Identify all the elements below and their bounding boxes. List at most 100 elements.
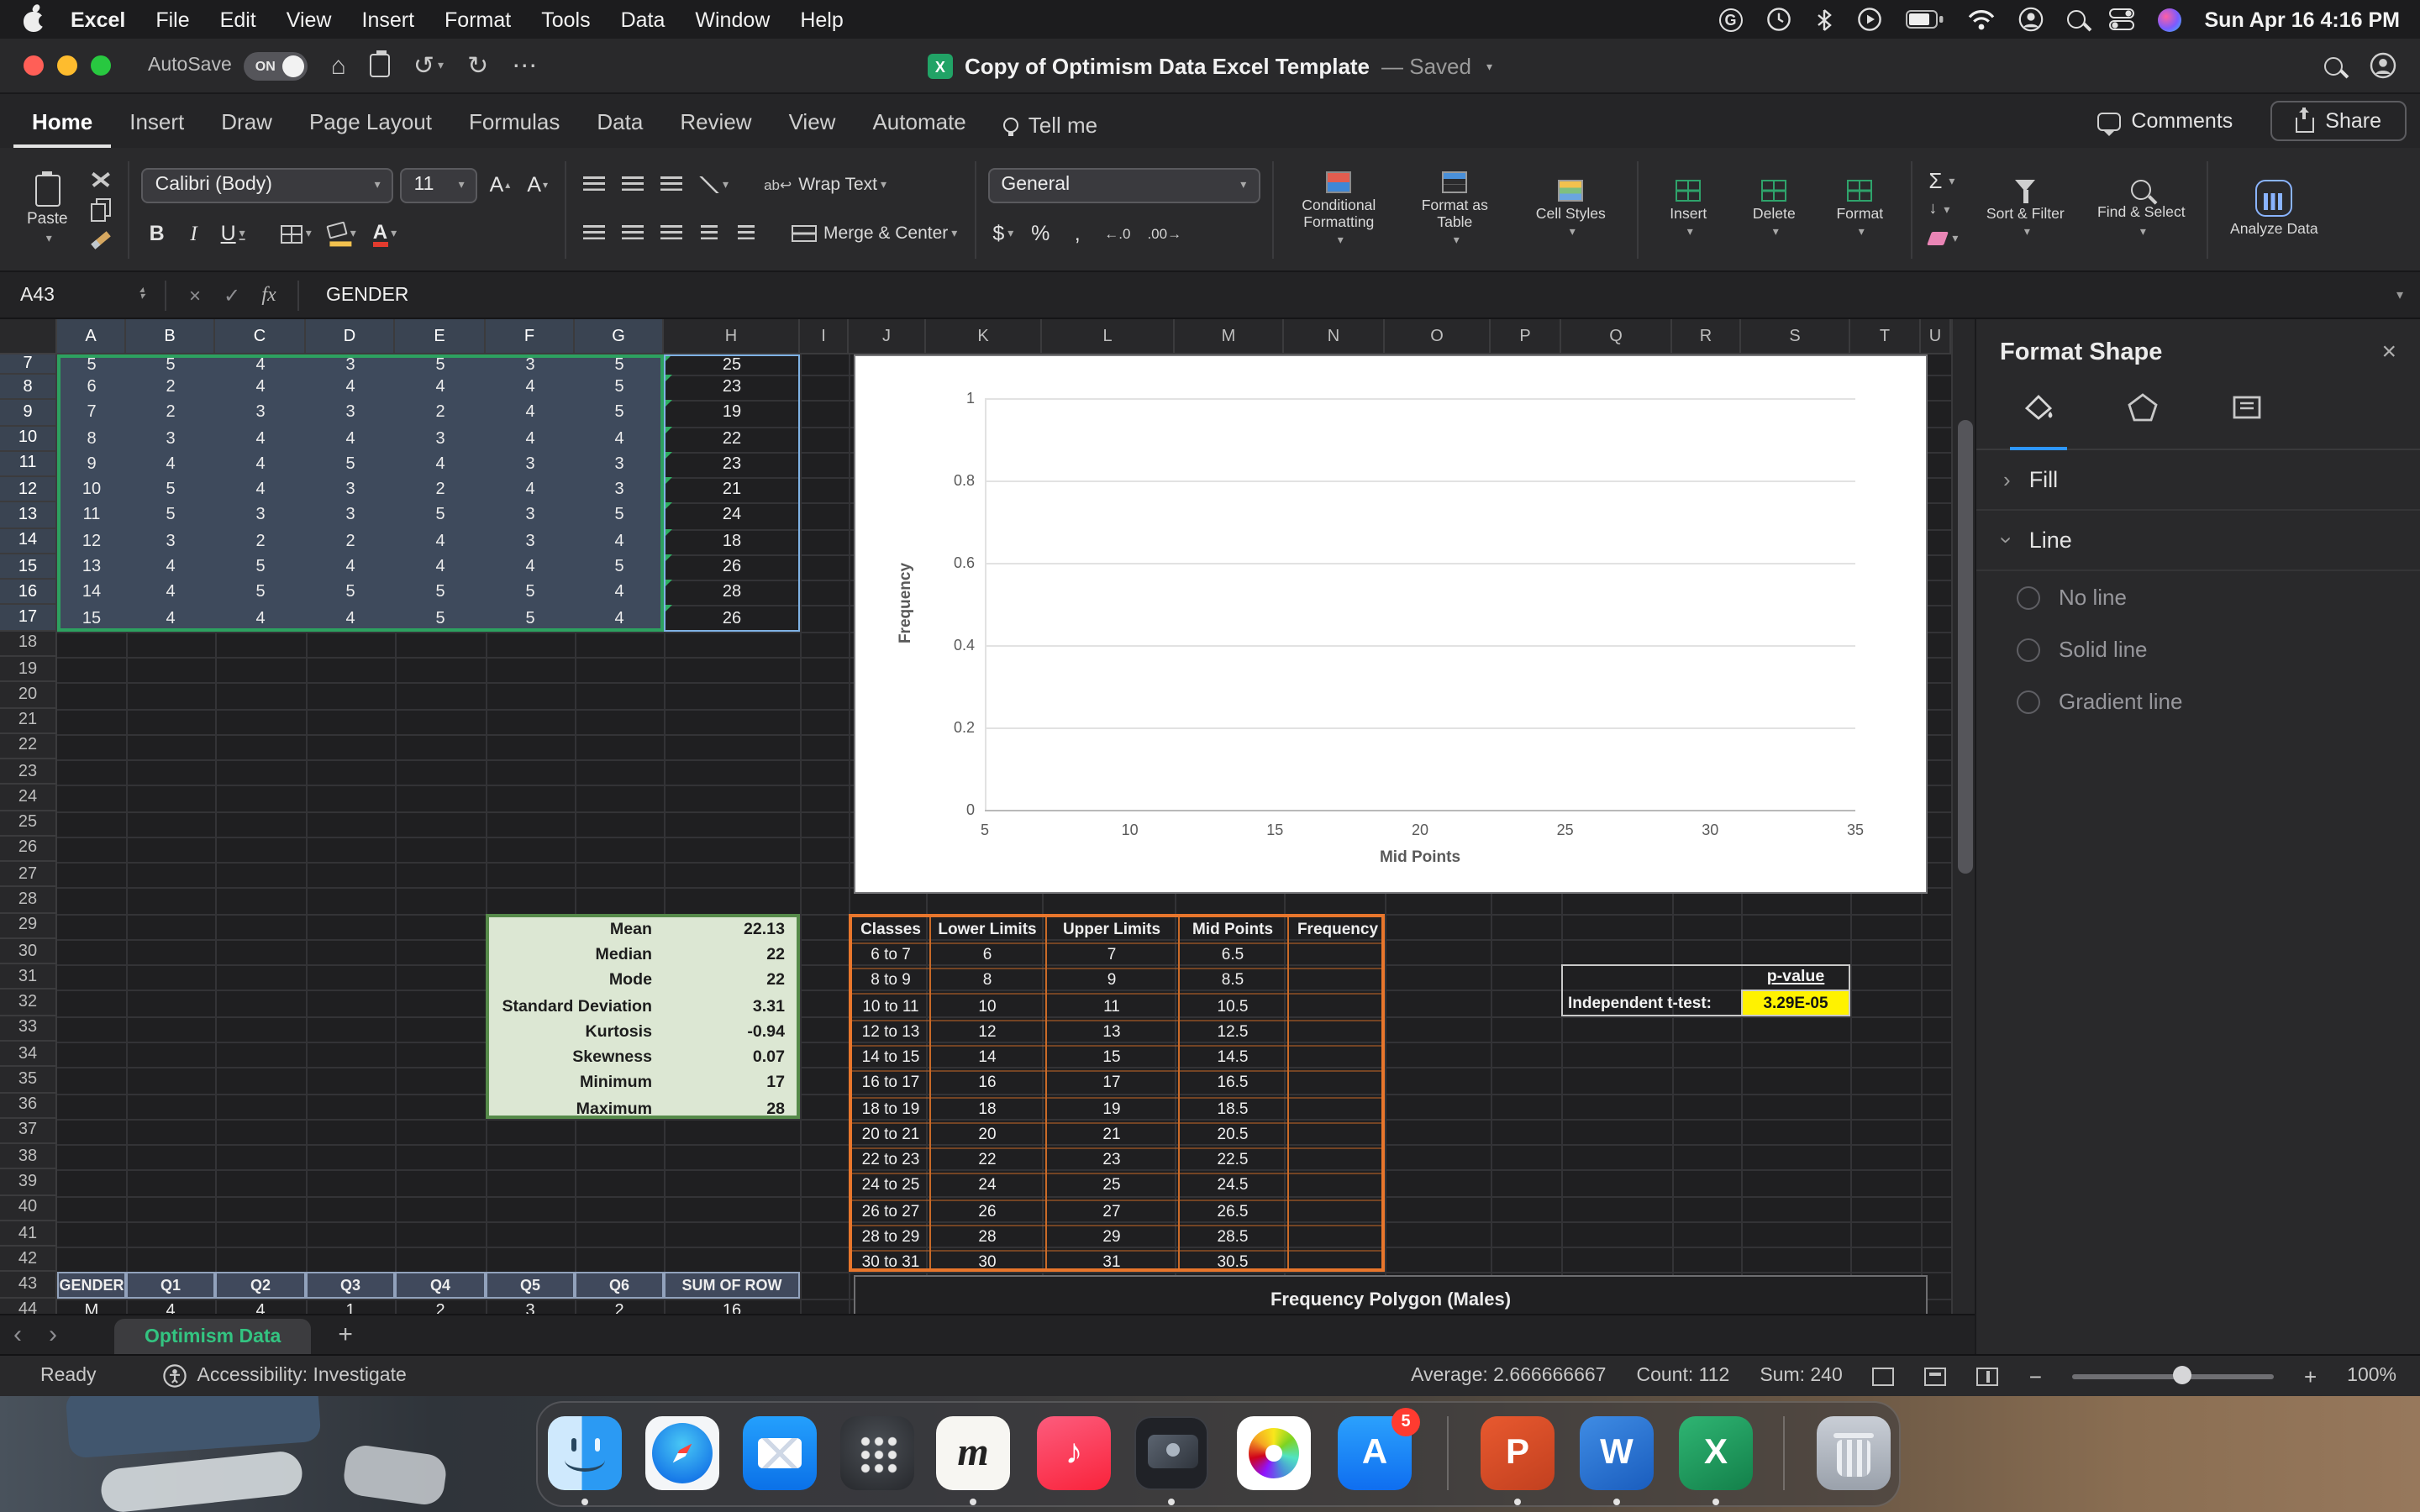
cell-F14[interactable]: 3	[486, 528, 575, 554]
line-option-solid-line[interactable]: Solid line	[1976, 623, 2420, 675]
wrap-text-button[interactable]: ab↩Wrap Text▾	[759, 168, 892, 202]
page-break-view-button[interactable]	[1977, 1367, 1999, 1385]
freq-cell[interactable]: 11	[1045, 994, 1178, 1020]
bold-button[interactable]: B	[142, 217, 172, 250]
cancel-entry-button[interactable]: ×	[176, 283, 213, 307]
radio-icon[interactable]	[2017, 585, 2040, 609]
zoom-out-button[interactable]: −	[2029, 1363, 2042, 1389]
freq-cell[interactable]	[1287, 968, 1388, 994]
analyze-data-button[interactable]: Analyze Data	[2220, 177, 2328, 241]
cell-H11[interactable]: 23	[664, 452, 800, 478]
cell-A44[interactable]: M	[57, 1298, 126, 1314]
ribbon-tab-page-layout[interactable]: Page Layout	[291, 97, 450, 148]
dock-launchpad-icon[interactable]	[840, 1416, 914, 1490]
column-header-H[interactable]: H	[664, 319, 800, 354]
freq-cell[interactable]: 9	[1045, 968, 1178, 994]
row-header-37[interactable]: 37	[0, 1119, 57, 1145]
freq-cell[interactable]: 18.5	[1178, 1096, 1287, 1122]
status-accessibility[interactable]: Accessibility: Investigate	[197, 1366, 407, 1386]
close-window-button[interactable]	[24, 55, 44, 76]
menu-item-help[interactable]: Help	[785, 8, 858, 31]
fill-color-button[interactable]: ▾	[324, 217, 361, 250]
stat-value[interactable]: 0.07	[664, 1045, 793, 1071]
column-header-J[interactable]: J	[849, 319, 926, 354]
cell-D17[interactable]: 4	[306, 606, 395, 632]
cell-C8[interactable]: 4	[215, 375, 306, 401]
battery-icon[interactable]	[1906, 10, 1944, 29]
sort-filter-button[interactable]: Sort & Filter▾	[1971, 176, 2079, 242]
cell-B16[interactable]: 4	[126, 580, 215, 606]
freq-cell[interactable]: 19	[1045, 1096, 1178, 1122]
formula-input[interactable]: GENDER	[326, 285, 408, 305]
column-header-R[interactable]: R	[1672, 319, 1741, 354]
vertical-scrollbar[interactable]	[1951, 319, 1975, 1314]
cell-D12[interactable]: 3	[306, 477, 395, 503]
time-machine-icon[interactable]	[1766, 7, 1791, 32]
cell-B9[interactable]: 2	[126, 401, 215, 427]
shrink-font-button[interactable]: A▾	[522, 168, 553, 202]
radio-icon[interactable]	[2017, 638, 2040, 661]
font-color-button[interactable]: A▾	[368, 217, 402, 250]
freq-cell[interactable]: 24	[929, 1173, 1045, 1200]
freq-cell[interactable]: 10 to 11	[852, 994, 929, 1020]
chart-frequency-polygon[interactable]: 00.20.40.60.815101520253035FrequencyMid …	[854, 354, 1928, 894]
column-header-I[interactable]: I	[800, 319, 849, 354]
comma-button[interactable]: ,	[1062, 217, 1092, 250]
cell-G14[interactable]: 4	[575, 528, 664, 554]
freq-cell[interactable]: 26	[929, 1199, 1045, 1225]
share-button[interactable]: Share	[2270, 101, 2407, 141]
conditional-formatting-button[interactable]: Conditional Formatting▾	[1285, 168, 1392, 250]
italic-button[interactable]: I	[179, 217, 209, 250]
cell-E43[interactable]: Q4	[395, 1273, 486, 1299]
formula-bar-expand-button[interactable]: ▾	[2396, 287, 2403, 302]
freq-cell[interactable]: 15	[1045, 1045, 1178, 1071]
cell-F9[interactable]: 4	[486, 401, 575, 427]
freq-cell[interactable]: 31	[1045, 1250, 1178, 1276]
grow-font-button[interactable]: A▴	[485, 168, 516, 202]
cell-G16[interactable]: 4	[575, 580, 664, 606]
cell-G9[interactable]: 5	[575, 401, 664, 427]
column-header-T[interactable]: T	[1850, 319, 1921, 354]
freq-cell[interactable]: 16 to 17	[852, 1071, 929, 1097]
bluetooth-icon[interactable]	[1815, 8, 1833, 31]
document-title[interactable]: Copy of Optimism Data Excel Template	[965, 54, 1370, 79]
freq-cell[interactable]: 22 to 23	[852, 1147, 929, 1173]
row-header-18[interactable]: 18	[0, 631, 57, 657]
freq-cell[interactable]	[1287, 1045, 1388, 1071]
row-header-26[interactable]: 26	[0, 837, 57, 863]
row-header-20[interactable]: 20	[0, 682, 57, 708]
column-header-N[interactable]: N	[1284, 319, 1385, 354]
cell-C43[interactable]: Q2	[215, 1273, 306, 1299]
cell-B44[interactable]: 4	[126, 1298, 215, 1314]
freq-cell[interactable]: 6.5	[1178, 942, 1287, 969]
row-header-9[interactable]: 9	[0, 401, 57, 427]
cell-B17[interactable]: 4	[126, 606, 215, 632]
dock-m-app-icon[interactable]: m	[936, 1416, 1010, 1490]
freq-cell[interactable]: 17	[1045, 1071, 1178, 1097]
freq-cell[interactable]: 23	[1045, 1147, 1178, 1173]
freq-cell[interactable]	[1287, 1122, 1388, 1148]
freq-cell[interactable]: 8.5	[1178, 968, 1287, 994]
panel-close-button[interactable]: ×	[2381, 338, 2396, 366]
cell-H10[interactable]: 22	[664, 426, 800, 452]
align-middle-button[interactable]	[617, 168, 649, 202]
merge-center-button[interactable]: Merge & Center▾	[786, 217, 962, 250]
freq-cell[interactable]	[1287, 994, 1388, 1020]
format-painter-button[interactable]	[87, 227, 117, 252]
row-header-29[interactable]: 29	[0, 913, 57, 939]
cell-G15[interactable]: 5	[575, 554, 664, 580]
cell-F12[interactable]: 4	[486, 477, 575, 503]
borders-button[interactable]: ▾	[276, 217, 317, 250]
redo-button[interactable]: ↻	[467, 50, 488, 81]
freq-cell[interactable]: 8 to 9	[852, 968, 929, 994]
dock-finder-icon[interactable]	[548, 1416, 622, 1490]
cell-D43[interactable]: Q3	[306, 1273, 395, 1299]
cell-H12[interactable]: 21	[664, 477, 800, 503]
column-header-O[interactable]: O	[1385, 319, 1491, 354]
dock-music-icon[interactable]: ♪	[1037, 1416, 1111, 1490]
stat-value[interactable]: 22	[664, 942, 793, 969]
ribbon-tab-automate[interactable]: Automate	[854, 97, 984, 148]
cell-B15[interactable]: 4	[126, 554, 215, 580]
freq-cell[interactable]: 6 to 7	[852, 942, 929, 969]
share-user-icon[interactable]	[2370, 52, 2396, 79]
